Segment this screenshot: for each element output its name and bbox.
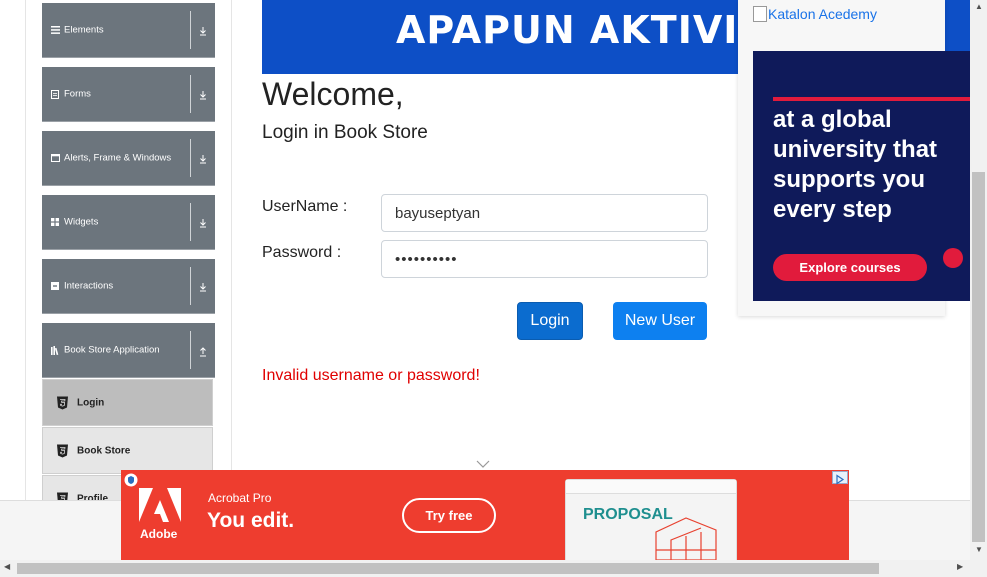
download-arrow-icon: [197, 24, 209, 36]
divider: [190, 331, 191, 369]
sidebar-group-book-store-application[interactable]: Book Store Application: [42, 323, 215, 378]
scroll-left-arrow-icon[interactable]: ◀: [4, 562, 10, 571]
html5-icon: [57, 396, 68, 409]
document-preview: PROPOSAL: [565, 479, 737, 560]
list-icon: [50, 25, 60, 35]
widgets-icon: [50, 217, 60, 227]
scroll-down-arrow-icon[interactable]: ▼: [975, 545, 983, 554]
download-arrow-icon: [197, 152, 209, 164]
scroll-right-arrow-icon[interactable]: ▶: [957, 562, 963, 571]
adobe-ad[interactable]: Adobe Acrobat Pro You edit. Try free PRO…: [121, 470, 849, 560]
window-icon: [50, 153, 60, 163]
vertical-scroll-thumb[interactable]: [972, 172, 985, 542]
sidebar-group-label: Interactions: [64, 280, 114, 292]
error-message: Invalid username or password!: [262, 367, 480, 384]
password-input[interactable]: ••••••••••: [381, 240, 708, 278]
divider: [190, 75, 191, 113]
form-icon: [50, 89, 60, 99]
broken-image-alt: Katalon Acedemy: [768, 6, 877, 22]
page-subtitle: Login in Book Store: [262, 122, 428, 143]
html5-icon: [57, 444, 68, 457]
vertical-scrollbar[interactable]: ▲ ▼: [970, 0, 987, 560]
broken-image-link[interactable]: Katalon Acedemy: [753, 6, 877, 22]
sidebar-group-interactions[interactable]: Interactions: [42, 259, 215, 314]
divider: [190, 267, 191, 305]
try-free-button[interactable]: Try free: [402, 498, 496, 533]
document-toolbar: [566, 480, 736, 494]
sidebar-item-label: Book Store: [77, 445, 131, 456]
chevron-down-icon[interactable]: [476, 456, 490, 468]
product-name: Acrobat Pro: [208, 491, 272, 505]
password-label: Password :: [262, 244, 342, 261]
sidebar-group-elements[interactable]: Elements: [42, 3, 215, 58]
sidebar-group-label: Elements: [64, 24, 104, 36]
sidebar-item-label: Login: [77, 397, 105, 408]
university-ad-card[interactable]: at a global university that supports you…: [753, 51, 970, 301]
privacy-shield-icon[interactable]: [124, 473, 138, 487]
scroll-up-arrow-icon[interactable]: ▲: [975, 2, 983, 11]
divider: [190, 11, 191, 49]
divider: [190, 203, 191, 241]
sidebar-group-alerts[interactable]: Alerts, Frame & Windows: [42, 131, 215, 186]
broken-image-icon: [753, 6, 767, 22]
sidebar-item-book-store[interactable]: Book Store: [42, 427, 213, 474]
accent-bar: [773, 97, 970, 101]
ad-tagline: You edit.: [207, 509, 295, 532]
sidebar-group-widgets[interactable]: Widgets: [42, 195, 215, 250]
page-title: Welcome,: [262, 76, 404, 112]
sidebar-group-label: Forms: [64, 88, 91, 100]
sidebar-group-label: Book Store Application: [64, 344, 160, 356]
building-illustration: [655, 517, 717, 560]
ad-headline: at a global university that supports you…: [773, 106, 938, 223]
right-ad[interactable]: Katalon Acedemy at a global university t…: [738, 0, 970, 316]
interactions-icon: [50, 281, 60, 291]
new-user-button[interactable]: New User: [613, 302, 707, 340]
sidebar-group-forms[interactable]: Forms: [42, 67, 215, 122]
username-value: bayuseptyan: [395, 204, 481, 222]
book-icon: [50, 345, 60, 355]
password-value: ••••••••••: [395, 250, 458, 268]
logo-dot: [943, 248, 963, 268]
explore-courses-button[interactable]: Explore courses: [773, 254, 927, 281]
adchoices-icon[interactable]: [832, 471, 848, 485]
horizontal-scroll-thumb[interactable]: [17, 563, 879, 574]
download-arrow-icon: [197, 88, 209, 100]
download-arrow-icon: [197, 216, 209, 228]
sidebar-item-login[interactable]: Login: [42, 379, 213, 426]
sidebar-group-label: Alerts, Frame & Windows: [64, 152, 172, 164]
sidebar-group-label: Widgets: [64, 216, 99, 228]
login-button[interactable]: Login: [517, 302, 583, 340]
username-input[interactable]: bayuseptyan: [381, 194, 708, 232]
page: Elements Forms Alerts, Frame & Windows W…: [0, 0, 987, 577]
divider: [190, 139, 191, 177]
upload-arrow-icon: [197, 344, 209, 357]
adobe-brand-text: Adobe: [140, 527, 178, 541]
horizontal-scrollbar[interactable]: ◀ ▶: [0, 560, 987, 577]
download-arrow-icon: [197, 280, 209, 292]
username-label: UserName :: [262, 198, 348, 215]
